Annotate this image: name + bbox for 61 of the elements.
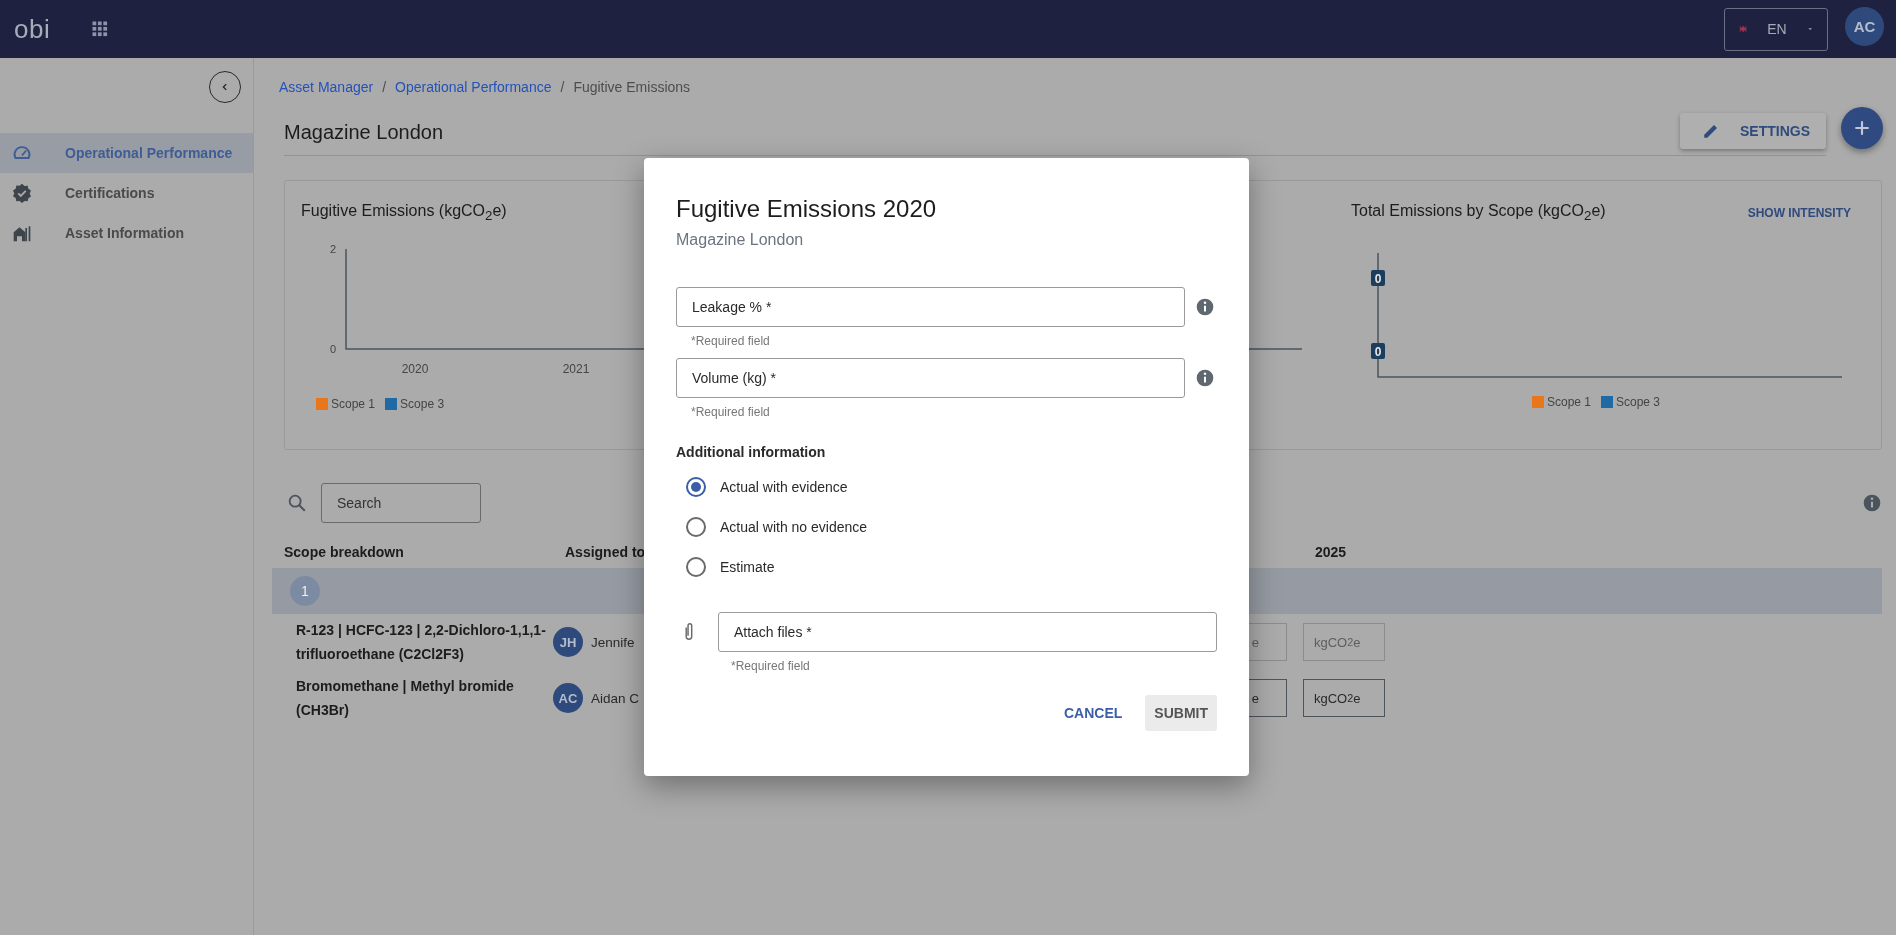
column-header: Assigned to [564,544,647,560]
radio-button[interactable] [686,517,706,537]
chevron-left-icon [220,82,230,92]
dialog-title: Fugitive Emissions 2020 [676,194,938,224]
tick-label: 2 [329,243,336,255]
column-header: Scope breakdown [283,544,405,560]
page-title: Magazine London [284,121,443,144]
section-label: Additional information [676,444,827,460]
radio-label[interactable]: Estimate [720,559,775,575]
plus-icon [1852,118,1872,138]
table-cell: Jennife [591,634,635,650]
radio-label[interactable]: Actual with evidence [720,479,848,495]
table-cell-text: Bromomethane | Methyl bromide (CH3Br) [295,677,515,720]
breadcrumb-current: Fugitive Emissions [573,78,691,96]
show-intensity-link[interactable]: SHOW INTENSITY [1747,206,1851,220]
chart-title: Total Emissions by Scope (kgCO$_{2}$e) [1351,202,1606,224]
logo[interactable]: obi [14,13,51,45]
add-button[interactable] [1841,107,1883,149]
input-field[interactable]: Volume (kg) * [676,358,1185,398]
column-header: 2025 [1314,544,1348,560]
chart-title: Fugitive Emissions (kgCO$_{2}$e) [301,202,507,224]
search-icon[interactable] [286,492,308,514]
data-label: 0 [1371,270,1385,286]
legend-label: Scope 1 [331,397,376,411]
data-label: 0 [1371,343,1385,359]
breadcrumb-separator: / [560,78,565,96]
breadcrumb-separator: / [382,78,387,96]
category-label: 2020 [401,362,429,376]
cancel-button[interactable]: CANCEL [1055,695,1132,731]
info-icon[interactable] [1862,493,1882,513]
helper-text: *Required field [690,405,771,419]
legend-label: Scope 1 [1546,395,1591,409]
language-select[interactable]: EN [1724,7,1828,51]
input-field[interactable]: Leakage % * [676,287,1185,327]
info-icon[interactable] [1195,297,1215,317]
user-avatar: AC [553,683,583,713]
sidebar-item[interactable]: Asset Information [0,213,253,253]
input-field[interactable]: Attach files * [717,612,1217,652]
breadcrumb-link[interactable]: Operational Performance [395,78,552,96]
breadcrumb-link[interactable]: Asset Manager [279,78,374,96]
info-icon[interactable] [1195,368,1215,388]
user-avatar[interactable]: AC [1845,6,1884,46]
legend-label: Scope 3 [1616,395,1661,409]
user-avatar: JH [553,627,583,657]
settings-button[interactable]: SETTINGS [1680,112,1826,149]
legend-label: Scope 3 [400,397,445,411]
search-field[interactable]: Search [321,483,481,523]
tick-label: 0 [329,343,336,355]
helper-text: *Required field [730,659,811,673]
dialog-subtitle: Magazine London [676,231,805,249]
group-badge: 1 [290,576,320,606]
radio-button[interactable] [686,477,706,497]
table-cell: Aidan C [591,690,640,706]
radio-label[interactable]: Actual with no evidence [720,519,868,535]
sidebar-item[interactable]: Certifications [0,173,253,213]
radio-button[interactable] [686,557,706,577]
category-label: 2021 [562,362,590,376]
check-badge-icon [12,183,32,203]
table-cell-text: R-123 | HCFC-123 | 2,2-Dichloro-1,1,1-trifluoroethane (C2Cl2F3) [295,621,546,664]
buildings-icon [12,223,32,243]
helper-text: *Required field [690,334,771,348]
